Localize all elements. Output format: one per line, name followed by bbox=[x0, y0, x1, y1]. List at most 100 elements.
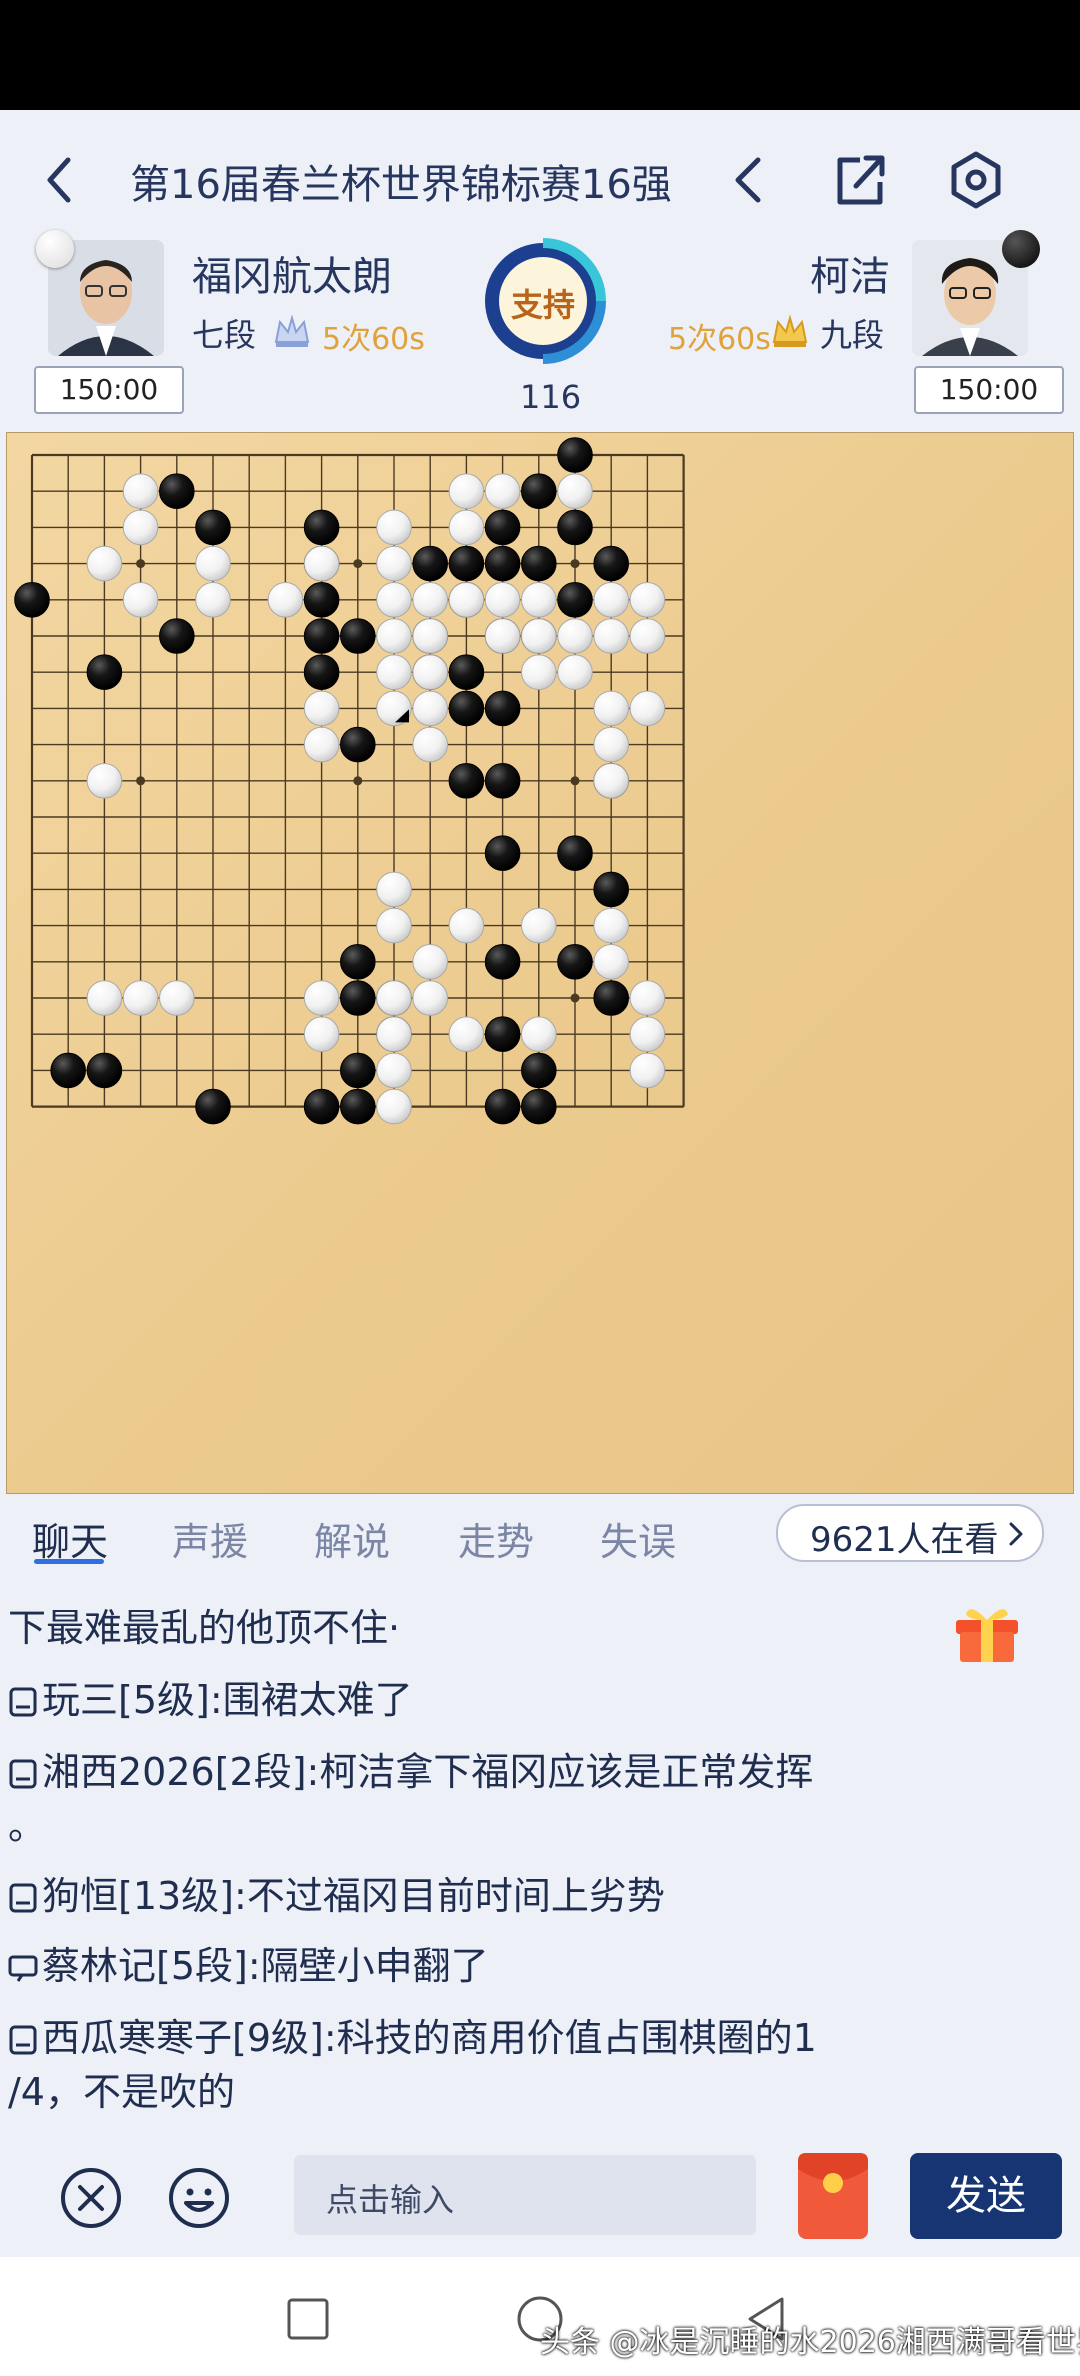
black-stone[interactable] bbox=[448, 654, 485, 690]
white-stone[interactable] bbox=[267, 582, 304, 618]
black-stone[interactable] bbox=[303, 1088, 340, 1125]
back-arrow-icon[interactable] bbox=[36, 150, 86, 210]
white-stone[interactable] bbox=[629, 980, 666, 1016]
recent-apps-icon[interactable] bbox=[286, 2297, 330, 2341]
black-stone[interactable] bbox=[159, 618, 195, 654]
white-stone[interactable] bbox=[629, 1016, 666, 1053]
white-stone[interactable] bbox=[122, 509, 159, 546]
white-stone[interactable] bbox=[593, 690, 630, 727]
black-stone[interactable] bbox=[340, 618, 376, 654]
black-stone[interactable] bbox=[86, 654, 123, 690]
white-stone[interactable] bbox=[448, 582, 485, 618]
white-stone[interactable] bbox=[593, 582, 630, 618]
black-stone[interactable] bbox=[484, 509, 521, 546]
red-envelope-icon[interactable] bbox=[794, 2149, 872, 2243]
white-stone[interactable] bbox=[412, 618, 449, 654]
white-stone[interactable] bbox=[376, 907, 412, 944]
black-stone[interactable] bbox=[340, 944, 376, 980]
black-stone[interactable] bbox=[303, 618, 340, 654]
send-button[interactable]: 发送 bbox=[910, 2153, 1062, 2239]
white-stone[interactable] bbox=[376, 582, 412, 618]
black-stone[interactable] bbox=[303, 582, 340, 618]
white-stone[interactable] bbox=[521, 582, 557, 618]
black-stone[interactable] bbox=[14, 582, 50, 618]
chat-user[interactable]: 蔡林记[5段] bbox=[42, 1944, 248, 1988]
white-stone[interactable] bbox=[303, 726, 340, 763]
black-stone[interactable] bbox=[521, 1088, 557, 1125]
black-stone[interactable] bbox=[159, 473, 195, 509]
white-stone[interactable] bbox=[303, 980, 340, 1016]
support-button[interactable]: 支持 bbox=[480, 238, 606, 364]
white-stone[interactable] bbox=[448, 509, 485, 546]
settings-icon[interactable] bbox=[946, 148, 1006, 212]
white-stone[interactable] bbox=[303, 545, 340, 582]
white-stone[interactable] bbox=[303, 690, 340, 727]
black-stone[interactable] bbox=[593, 980, 630, 1016]
black-stone[interactable] bbox=[557, 582, 593, 618]
chat-user[interactable]: 西瓜寒寒子[9级] bbox=[42, 2016, 324, 2060]
chat-user[interactable]: 湘西2026[2段] bbox=[42, 1750, 307, 1794]
black-stone[interactable] bbox=[303, 654, 340, 690]
black-stone[interactable] bbox=[557, 437, 593, 473]
black-stone[interactable] bbox=[484, 944, 521, 980]
white-stone[interactable] bbox=[122, 582, 159, 618]
white-stone[interactable] bbox=[376, 1016, 412, 1053]
black-stone[interactable] bbox=[340, 1088, 376, 1125]
white-stone[interactable] bbox=[448, 907, 485, 944]
black-stone[interactable] bbox=[195, 1088, 231, 1125]
black-stone[interactable] bbox=[86, 1052, 123, 1089]
white-stone[interactable] bbox=[629, 1052, 666, 1089]
white-stone[interactable] bbox=[629, 618, 666, 654]
black-stone[interactable] bbox=[412, 545, 449, 582]
black-stone[interactable] bbox=[484, 1016, 521, 1053]
tab-trend[interactable]: 走势 bbox=[458, 1511, 534, 1566]
undo-move-icon[interactable] bbox=[718, 148, 778, 212]
white-stone[interactable] bbox=[484, 582, 521, 618]
black-stone[interactable] bbox=[593, 871, 630, 908]
white-stone[interactable] bbox=[122, 473, 159, 509]
black-stone[interactable] bbox=[484, 1088, 521, 1125]
white-stone[interactable] bbox=[448, 473, 485, 509]
white-stone[interactable] bbox=[376, 871, 412, 908]
black-stone[interactable] bbox=[340, 1052, 376, 1089]
black-stone[interactable] bbox=[484, 835, 521, 872]
viewers-button[interactable]: 9621人在看 bbox=[776, 1504, 1044, 1562]
white-stone[interactable] bbox=[629, 582, 666, 618]
white-stone[interactable] bbox=[521, 1016, 557, 1053]
white-stone[interactable] bbox=[412, 582, 449, 618]
chat-input[interactable]: 点击输入 bbox=[294, 2155, 756, 2235]
white-stone[interactable] bbox=[86, 763, 123, 799]
white-stone[interactable] bbox=[521, 907, 557, 944]
black-stone[interactable] bbox=[340, 980, 376, 1016]
black-stone[interactable] bbox=[593, 545, 630, 582]
tab-mistakes[interactable]: 失误 bbox=[600, 1511, 676, 1566]
white-stone[interactable] bbox=[557, 473, 593, 509]
black-stone[interactable] bbox=[484, 763, 521, 799]
black-stone[interactable] bbox=[340, 726, 376, 763]
white-stone[interactable] bbox=[412, 726, 449, 763]
white-stone[interactable] bbox=[593, 618, 630, 654]
white-stone[interactable] bbox=[557, 654, 593, 690]
white-stone[interactable] bbox=[412, 690, 449, 727]
black-stone[interactable] bbox=[448, 690, 485, 727]
white-stone[interactable] bbox=[521, 654, 557, 690]
white-stone[interactable] bbox=[376, 980, 412, 1016]
share-icon[interactable] bbox=[830, 148, 890, 212]
white-stone[interactable] bbox=[376, 654, 412, 690]
white-stone[interactable] bbox=[484, 473, 521, 509]
white-stone[interactable] bbox=[593, 944, 630, 980]
white-stone[interactable] bbox=[557, 618, 593, 654]
tab-cheer[interactable]: 声援 bbox=[172, 1511, 248, 1566]
white-stone[interactable] bbox=[521, 618, 557, 654]
emoji-icon[interactable] bbox=[166, 2165, 232, 2231]
black-stone[interactable] bbox=[448, 545, 485, 582]
white-stone[interactable] bbox=[376, 545, 412, 582]
black-stone[interactable] bbox=[448, 763, 485, 799]
go-board[interactable] bbox=[5, 431, 1075, 1495]
white-stone[interactable] bbox=[412, 944, 449, 980]
tab-chat[interactable]: 聊天 bbox=[32, 1511, 108, 1566]
black-stone[interactable] bbox=[484, 545, 521, 582]
white-stone[interactable] bbox=[593, 763, 630, 799]
black-stone[interactable] bbox=[557, 509, 593, 546]
white-stone[interactable] bbox=[448, 1016, 485, 1053]
